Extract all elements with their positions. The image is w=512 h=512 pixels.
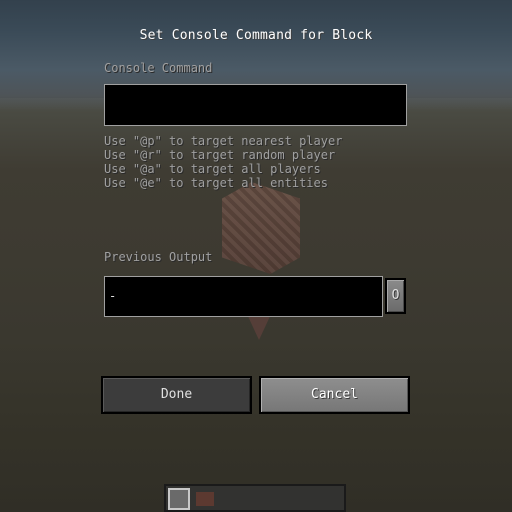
console-command-label: Console Command	[104, 61, 213, 75]
hotbar-item	[196, 492, 214, 506]
command-block-in-world	[222, 182, 300, 274]
hotbar	[164, 484, 346, 512]
hint-nearest-player: Use "@p" to target nearest player	[104, 134, 343, 148]
target-selector-hints: Use "@p" to target nearest player Use "@…	[104, 134, 342, 190]
previous-output-field: -	[104, 276, 383, 317]
previous-output-label: Previous Output	[104, 250, 213, 264]
hint-all-entities: Use "@e" to target all entities	[104, 176, 328, 190]
console-command-input[interactable]	[104, 84, 407, 126]
done-button[interactable]: Done	[101, 376, 252, 414]
cancel-button[interactable]: Cancel	[259, 376, 410, 414]
hint-random-player: Use "@r" to target random player	[104, 148, 336, 162]
track-output-toggle-button[interactable]: O	[385, 278, 406, 314]
hint-all-players: Use "@a" to target all players	[104, 162, 321, 176]
dialog-title: Set Console Command for Block	[139, 28, 373, 43]
hotbar-selected-slot	[168, 488, 190, 510]
